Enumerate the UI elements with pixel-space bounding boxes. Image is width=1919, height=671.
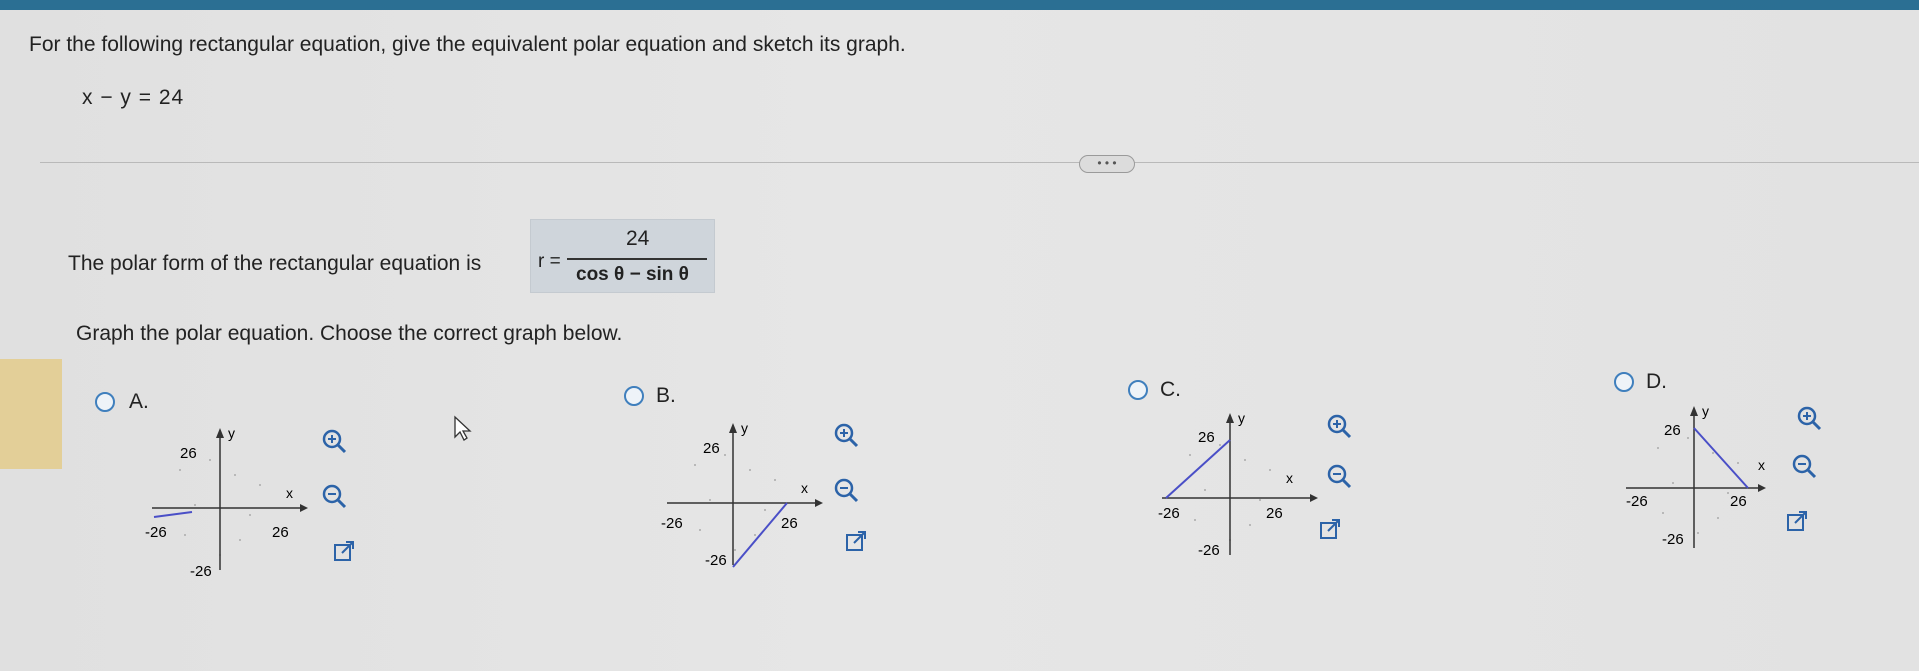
x-axis-label: x <box>1758 457 1765 473</box>
option-a-label: A. <box>129 390 149 413</box>
side-tab[interactable] <box>0 359 62 469</box>
y-axis-arrow <box>1690 406 1698 416</box>
graph-line <box>1165 439 1231 499</box>
mouse-cursor-icon <box>454 415 472 441</box>
y-axis-label: y <box>1702 403 1709 419</box>
zoom-in-icon[interactable] <box>320 427 348 455</box>
y-axis-label: y <box>1238 410 1245 426</box>
x-axis-arrow <box>815 499 823 507</box>
y-tick-label: 26 <box>703 440 720 457</box>
option-c-graph: y x 26 26 -26 -26 <box>1158 410 1318 559</box>
zoom-in-icon[interactable] <box>1325 412 1353 440</box>
y-tick-label: 26 <box>1664 422 1681 439</box>
option-d-graph: y x 26 26 -26 -26 <box>1626 403 1766 548</box>
x-axis-label: x <box>801 480 808 496</box>
open-external-icon[interactable] <box>844 530 868 554</box>
neg-y-tick-label: -26 <box>1198 542 1220 559</box>
divider <box>40 162 1919 163</box>
graph-line <box>1693 427 1749 489</box>
option-a-radio[interactable] <box>95 392 115 412</box>
open-external-icon[interactable] <box>332 540 356 564</box>
y-axis-arrow <box>216 428 224 438</box>
x-axis-label: x <box>286 485 293 501</box>
grid-dots <box>1657 437 1739 534</box>
y-tick-label: 26 <box>180 445 197 462</box>
neg-x-tick-label: -26 <box>661 515 683 532</box>
top-bar <box>0 0 1919 10</box>
x-tick-label: 26 <box>1730 493 1747 510</box>
graph-line <box>732 502 788 568</box>
polar-form-text: The polar form of the rectangular equati… <box>68 252 482 275</box>
x-tick-label: 26 <box>272 524 289 541</box>
option-d-label: D. <box>1646 370 1667 393</box>
option-a-graph: y x 26 26 -26 -26 <box>145 425 308 580</box>
r-label: r = <box>538 251 561 272</box>
zoom-in-icon[interactable] <box>1795 404 1823 432</box>
answer-box[interactable]: r = 24 cos θ − sin θ <box>530 219 715 293</box>
option-b-graph: y x 26 26 -26 -26 <box>661 420 823 569</box>
zoom-out-icon[interactable] <box>832 476 860 504</box>
graph-line <box>153 511 193 518</box>
graph-prompt: Graph the polar equation. Choose the cor… <box>76 322 623 345</box>
question-prompt: For the following rectangular equation, … <box>29 33 906 56</box>
neg-x-tick-label: -26 <box>1626 493 1648 510</box>
x-axis-arrow <box>300 504 308 512</box>
y-axis-arrow <box>1226 413 1234 423</box>
option-b-label: B. <box>656 384 676 407</box>
y-axis-arrow <box>729 423 737 433</box>
more-button[interactable]: • • • <box>1079 155 1135 173</box>
option-c-radio[interactable] <box>1128 380 1148 400</box>
zoom-out-icon[interactable] <box>1790 452 1818 480</box>
zoom-out-icon[interactable] <box>1325 462 1353 490</box>
fraction-bar <box>567 258 707 260</box>
neg-y-tick-label: -26 <box>705 552 727 569</box>
x-axis-label: x <box>1286 470 1293 486</box>
neg-x-tick-label: -26 <box>145 524 167 541</box>
fraction-denominator: cos θ − sin θ <box>576 264 689 285</box>
x-tick-label: 26 <box>1266 505 1283 522</box>
neg-y-tick-label: -26 <box>190 563 212 580</box>
open-external-icon[interactable] <box>1785 510 1809 534</box>
zoom-out-icon[interactable] <box>320 482 348 510</box>
option-b-radio[interactable] <box>624 386 644 406</box>
fraction-numerator: 24 <box>626 227 650 250</box>
x-tick-label: 26 <box>781 515 798 532</box>
zoom-in-icon[interactable] <box>832 421 860 449</box>
x-axis-arrow <box>1310 494 1318 502</box>
y-axis-label: y <box>228 425 235 441</box>
y-tick-label: 26 <box>1198 429 1215 446</box>
y-axis-label: y <box>741 420 748 436</box>
neg-y-tick-label: -26 <box>1662 531 1684 548</box>
option-c-label: C. <box>1160 378 1181 401</box>
open-external-icon[interactable] <box>1318 518 1342 542</box>
rectangular-equation: x − y = 24 <box>82 86 185 109</box>
option-d-radio[interactable] <box>1614 372 1634 392</box>
neg-x-tick-label: -26 <box>1158 505 1180 522</box>
x-axis-arrow <box>1758 484 1766 492</box>
